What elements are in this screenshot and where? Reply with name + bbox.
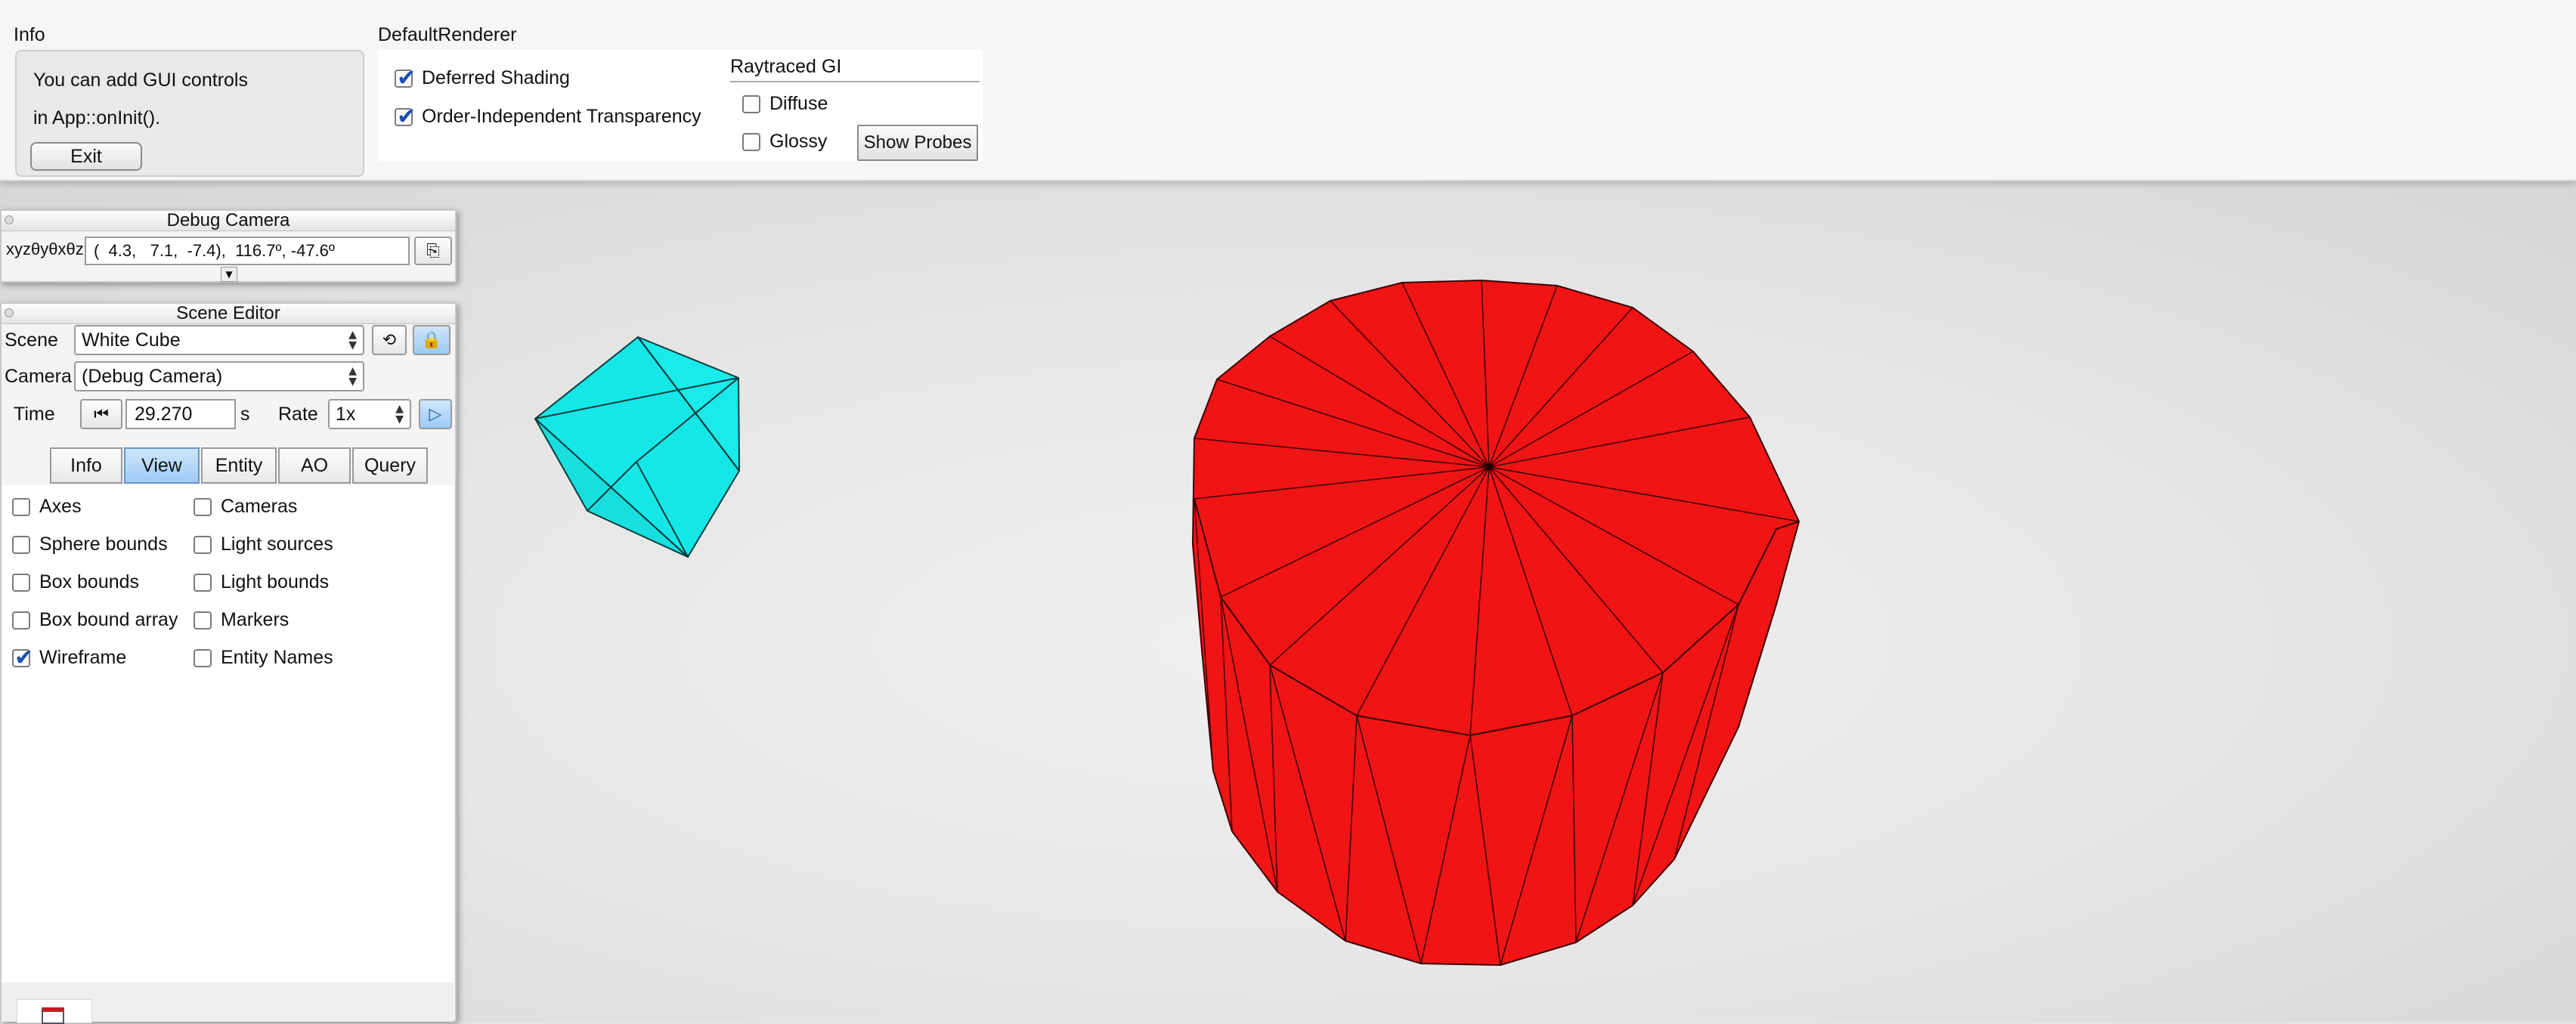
deferred-shading-checkbox[interactable]: Deferred Shading bbox=[395, 65, 570, 91]
rate-select-value: 1x bbox=[336, 403, 356, 425]
view-option-light-bounds[interactable]: Light bounds bbox=[194, 571, 329, 593]
reload-icon[interactable]: ⟲ bbox=[372, 325, 407, 355]
rewind-icon[interactable]: ⏮ bbox=[80, 399, 122, 429]
red-cylinder bbox=[1192, 280, 1800, 966]
view-option-label: Cameras bbox=[221, 496, 298, 517]
bottom-tray bbox=[17, 999, 92, 1024]
camera-label: Camera bbox=[5, 366, 72, 387]
view-option-label: Light sources bbox=[221, 534, 333, 555]
checkbox-icon[interactable] bbox=[12, 645, 33, 671]
coordinate-label: xyzθyθxθz bbox=[6, 240, 84, 258]
debug-camera-title-bar[interactable]: Debug Camera bbox=[2, 211, 455, 231]
camera-select-value: (Debug Camera) bbox=[82, 365, 223, 387]
scene-label: Scene bbox=[5, 329, 58, 351]
close-icon[interactable] bbox=[5, 308, 14, 317]
scene-editor-title: Scene Editor bbox=[176, 303, 280, 323]
checkbox-icon[interactable] bbox=[742, 132, 760, 151]
info-line-1: You can add GUI controls bbox=[33, 70, 248, 91]
show-probes-button[interactable]: Show Probes bbox=[857, 125, 978, 161]
checkbox-icon[interactable] bbox=[395, 65, 416, 91]
rate-select[interactable]: 1x ▲ ▼ bbox=[328, 399, 411, 429]
time-field[interactable]: 29.270 bbox=[125, 399, 236, 429]
view-option-axes[interactable]: Axes bbox=[12, 496, 82, 518]
checkbox-icon[interactable] bbox=[194, 497, 212, 516]
tab-ao[interactable]: AO bbox=[278, 447, 351, 484]
view-option-entity-names[interactable]: Entity Names bbox=[194, 647, 333, 669]
diffuse-label: Diffuse bbox=[769, 93, 828, 114]
view-option-markers[interactable]: Markers bbox=[194, 609, 289, 631]
checkbox-icon[interactable] bbox=[194, 648, 212, 667]
glossy-checkbox[interactable]: Glossy bbox=[742, 131, 827, 153]
view-option-label: Sphere bounds bbox=[39, 534, 168, 555]
view-option-label: Entity Names bbox=[221, 647, 333, 668]
top-toolbar: Info You can add GUI controls in App::on… bbox=[0, 0, 2576, 181]
view-option-sphere-bounds[interactable]: Sphere bounds bbox=[12, 534, 168, 555]
diffuse-checkbox[interactable]: Diffuse bbox=[742, 93, 828, 115]
view-option-label: Box bounds bbox=[39, 571, 140, 592]
view-option-label: Axes bbox=[39, 496, 82, 517]
oit-checkbox[interactable]: Order-Independent Transparency bbox=[395, 104, 701, 130]
view-option-label: Markers bbox=[221, 609, 289, 630]
expand-arrow-icon[interactable]: ▼ bbox=[221, 267, 237, 282]
scene-select-value: White Cube bbox=[82, 329, 181, 351]
debug-camera-title: Debug Camera bbox=[166, 210, 290, 230]
scene-editor-title-bar[interactable]: Scene Editor bbox=[2, 304, 455, 324]
copy-icon[interactable]: ⎘ bbox=[414, 237, 452, 265]
close-icon[interactable] bbox=[5, 215, 14, 224]
checkbox-icon[interactable] bbox=[12, 535, 30, 554]
time-unit: s bbox=[240, 404, 250, 425]
cyan-cube bbox=[534, 336, 740, 558]
debug-camera-window[interactable]: Debug Camera xyzθyθxθz ( 4.3, 7.1, -7.4)… bbox=[0, 209, 457, 283]
view-option-label: Wireframe bbox=[39, 647, 127, 668]
checkbox-icon[interactable] bbox=[12, 573, 30, 592]
view-option-wireframe[interactable]: Wireframe bbox=[12, 645, 127, 671]
checkbox-icon[interactable] bbox=[194, 573, 212, 592]
view-option-light-sources[interactable]: Light sources bbox=[194, 534, 333, 555]
info-line-2: in App::onInit(). bbox=[33, 107, 161, 128]
checkbox-icon[interactable] bbox=[742, 94, 760, 113]
tab-view[interactable]: View bbox=[124, 447, 200, 484]
lock-icon[interactable]: 🔒 bbox=[413, 325, 450, 355]
time-label: Time bbox=[14, 404, 55, 425]
glossy-label: Glossy bbox=[769, 131, 828, 152]
view-tab-pane bbox=[2, 485, 454, 982]
info-panel: You can add GUI controls in App::onInit(… bbox=[15, 50, 364, 177]
checkbox-icon[interactable] bbox=[12, 497, 30, 516]
play-icon[interactable]: ▷ bbox=[419, 399, 452, 429]
scene-select[interactable]: White Cube ▲ ▼ bbox=[74, 325, 364, 355]
checkbox-icon[interactable] bbox=[12, 611, 30, 630]
exit-button[interactable]: Exit bbox=[30, 142, 142, 171]
info-section-title: Info bbox=[14, 24, 45, 45]
view-option-box-bound-array[interactable]: Box bound array bbox=[12, 609, 178, 631]
camera-select[interactable]: (Debug Camera) ▲ ▼ bbox=[74, 361, 364, 391]
deferred-shading-label: Deferred Shading bbox=[422, 67, 570, 88]
checkbox-icon[interactable] bbox=[395, 104, 416, 130]
select-arrows-icon: ▲ ▼ bbox=[348, 365, 357, 388]
view-option-box-bounds[interactable]: Box bounds bbox=[12, 571, 139, 593]
checkbox-icon[interactable] bbox=[194, 611, 212, 630]
renderer-section-title: DefaultRenderer bbox=[378, 24, 517, 45]
raytraced-gi-title: Raytraced GI bbox=[730, 56, 842, 77]
select-arrows-icon: ▲ ▼ bbox=[395, 403, 404, 425]
view-option-cameras[interactable]: Cameras bbox=[194, 496, 297, 518]
select-arrows-icon: ▲ ▼ bbox=[348, 329, 357, 351]
camera-coordinates-field[interactable]: ( 4.3, 7.1, -7.4), 116.7º, -47.6º bbox=[85, 237, 410, 265]
view-option-label: Light bounds bbox=[221, 571, 330, 592]
rate-label: Rate bbox=[278, 404, 318, 425]
view-option-label: Box bound array bbox=[39, 609, 178, 630]
divider bbox=[730, 81, 980, 82]
tab-query[interactable]: Query bbox=[352, 447, 428, 484]
checkbox-icon[interactable] bbox=[194, 535, 212, 554]
oit-label: Order-Independent Transparency bbox=[422, 106, 701, 127]
tab-entity[interactable]: Entity bbox=[201, 447, 277, 484]
tab-info[interactable]: Info bbox=[50, 447, 122, 484]
